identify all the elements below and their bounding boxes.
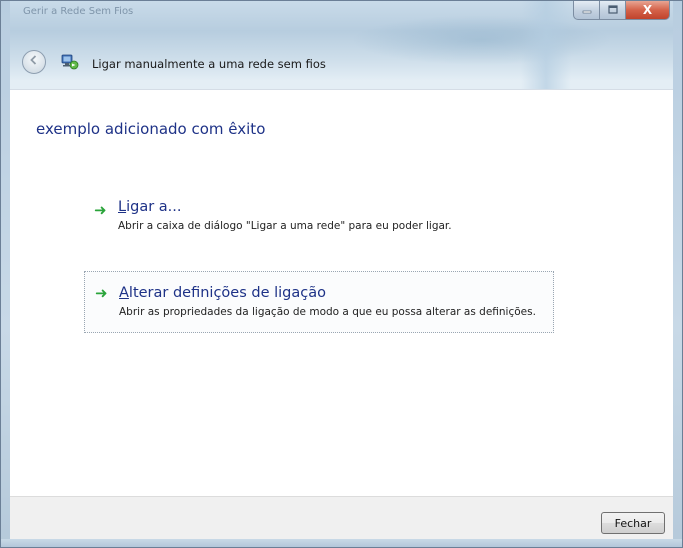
minimize-button[interactable]	[573, 1, 600, 20]
title-bar[interactable]: Gerir a Rede Sem Fios X	[1, 1, 682, 96]
connect-to-title-rest: igar a...	[126, 199, 182, 215]
connect-to-command[interactable]: ➜ Ligar a... Abrir a caixa de diálogo "L…	[84, 198, 554, 242]
wizard-content: exemplo adicionado com êxito ➜ Ligar a..…	[10, 89, 673, 497]
window-title: Gerir a Rede Sem Fios	[23, 6, 134, 17]
green-arrow-icon: ➜	[94, 201, 107, 219]
change-settings-title: Alterar definições de ligação	[119, 284, 553, 302]
change-settings-title-rest: lterar definições de ligação	[128, 285, 326, 301]
minimize-icon	[582, 4, 592, 17]
back-arrow-icon	[28, 54, 40, 70]
dialog-window: Gerir a Rede Sem Fios X Ligar manualment…	[0, 0, 683, 548]
window-frame-left	[1, 1, 10, 547]
success-heading: exemplo adicionado com êxito	[36, 120, 266, 138]
window-frame-right	[673, 1, 682, 547]
connect-to-accel: L	[118, 199, 127, 215]
dialog-footer: Fechar	[10, 496, 673, 542]
navigation-bar: Ligar manualmente a uma rede sem fios	[10, 37, 673, 89]
green-arrow-icon: ➜	[95, 284, 108, 302]
connect-to-title: Ligar a...	[118, 198, 554, 216]
close-icon: X	[642, 3, 653, 17]
close-window-button[interactable]: X	[626, 1, 670, 20]
connect-to-description: Abrir a caixa de diálogo "Ligar a uma re…	[118, 220, 452, 232]
wireless-network-icon	[59, 52, 79, 72]
wizard-title: Ligar manualmente a uma rede sem fios	[92, 57, 326, 71]
close-button[interactable]: Fechar	[601, 512, 665, 534]
change-settings-description: Abrir as propriedades da ligação de modo…	[119, 306, 536, 318]
change-settings-accel: A	[119, 285, 129, 301]
window-frame-bottom	[1, 539, 682, 547]
back-button[interactable]	[22, 50, 46, 74]
change-connection-settings-command[interactable]: ➜ Alterar definições de ligação Abrir as…	[84, 271, 554, 333]
maximize-icon	[607, 4, 618, 17]
caption-buttons: X	[573, 1, 670, 22]
maximize-button[interactable]	[600, 1, 626, 20]
